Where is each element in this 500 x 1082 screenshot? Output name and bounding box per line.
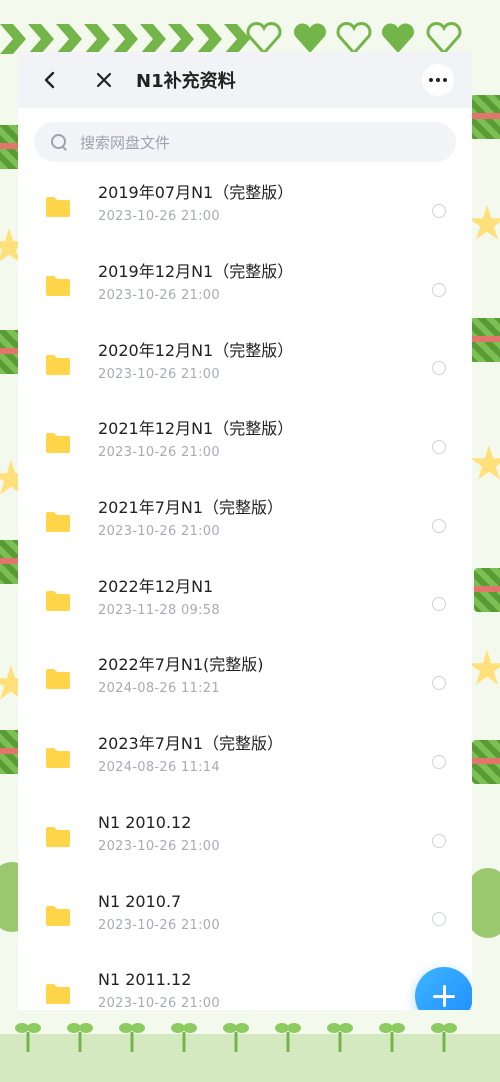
search-placeholder: 搜索网盘文件 xyxy=(80,133,171,152)
pea-character-decoration xyxy=(468,868,500,938)
file-name: 2019年12月N1（完整版） xyxy=(98,262,294,282)
file-name: 2021年12月N1（完整版） xyxy=(98,419,294,439)
select-radio[interactable] xyxy=(432,518,446,533)
chevron-border-decoration xyxy=(0,24,250,54)
list-item[interactable]: N1 2011.12 2023-10-26 21:00 xyxy=(18,951,472,1010)
file-name: 2019年07月N1（完整版） xyxy=(98,183,294,203)
folder-icon xyxy=(45,590,71,612)
select-radio[interactable] xyxy=(432,676,446,691)
star-decoration xyxy=(468,650,500,685)
select-radio[interactable] xyxy=(432,361,446,376)
file-list: 2019年07月N1（完整版） 2023-10-26 21:00 2019年12月N… xyxy=(18,164,472,1010)
sprout-border-decoration xyxy=(0,1004,500,1082)
top-bar: N1补充资料 xyxy=(18,52,472,108)
list-item[interactable]: 2021年7月N1（完整版） 2023-10-26 21:00 xyxy=(18,479,472,558)
file-name: 2022年7月N1(完整版) xyxy=(98,655,264,675)
chevron-left-icon xyxy=(44,71,55,89)
search-input[interactable]: 搜索网盘文件 xyxy=(34,122,456,162)
file-date: 2023-10-26 21:00 xyxy=(98,838,220,854)
star-decoration xyxy=(468,205,500,240)
file-date: 2023-10-26 21:00 xyxy=(98,288,220,304)
close-button[interactable] xyxy=(84,60,124,100)
file-name: N1 2010.12 xyxy=(98,812,192,832)
file-name: N1 2010.7 xyxy=(98,891,182,911)
more-horizontal-icon xyxy=(429,78,433,82)
select-radio[interactable] xyxy=(432,754,446,769)
file-name: 2022年12月N1 xyxy=(98,576,214,596)
folder-icon xyxy=(45,905,71,927)
star-decoration xyxy=(470,445,500,480)
file-name: N1 2011.12 xyxy=(98,970,192,990)
folder-icon xyxy=(45,511,71,533)
select-radio[interactable] xyxy=(432,833,446,848)
list-item[interactable]: 2021年12月N1（完整版） 2023-10-26 21:00 xyxy=(18,400,472,479)
list-item[interactable]: 2022年7月N1(完整版) 2024-08-26 11:21 xyxy=(18,636,472,715)
list-item[interactable]: N1 2010.7 2023-10-26 21:00 xyxy=(18,872,472,951)
file-date: 2023-10-26 21:00 xyxy=(98,445,220,461)
folder-icon xyxy=(45,826,71,848)
page-title: N1补充资料 xyxy=(136,71,236,92)
folder-icon xyxy=(45,668,71,690)
folder-icon xyxy=(45,432,71,454)
close-icon xyxy=(96,72,112,88)
folder-icon xyxy=(45,747,71,769)
file-date: 2023-10-26 21:00 xyxy=(98,366,220,382)
list-item[interactable]: 2019年12月N1（完整版） 2023-10-26 21:00 xyxy=(18,243,472,322)
file-date: 2023-10-26 21:00 xyxy=(98,996,220,1010)
list-item[interactable]: 2023年7月N1（完整版） 2024-08-26 11:14 xyxy=(18,715,472,794)
file-date: 2023-11-28 09:58 xyxy=(98,602,220,618)
list-item[interactable]: 2019年07月N1（完整版） 2023-10-26 21:00 xyxy=(18,164,472,243)
select-radio[interactable] xyxy=(432,597,446,612)
select-radio[interactable] xyxy=(432,912,446,927)
file-date: 2024-08-26 11:21 xyxy=(98,681,220,697)
select-radio[interactable] xyxy=(432,204,446,218)
file-date: 2023-10-26 21:00 xyxy=(98,917,220,933)
back-button[interactable] xyxy=(30,60,70,100)
select-radio[interactable] xyxy=(432,440,446,455)
file-name: 2021年7月N1（完整版） xyxy=(98,498,284,518)
file-name: 2023年7月N1（完整版） xyxy=(98,734,284,754)
gift-decoration xyxy=(472,740,500,784)
gift-decoration xyxy=(470,95,500,139)
file-date: 2023-10-26 21:00 xyxy=(98,524,220,540)
select-radio[interactable] xyxy=(432,282,446,297)
list-item[interactable]: 2020年12月N1（完整版） 2023-10-26 21:00 xyxy=(18,321,472,400)
list-item[interactable]: N1 2010.12 2023-10-26 21:00 xyxy=(18,794,472,873)
file-date: 2023-10-26 21:00 xyxy=(98,209,220,225)
file-browser-panel: N1补充资料 搜索网盘文件 2019年07月N1（完整版） 2023-10-26 … xyxy=(18,52,472,1010)
gift-decoration xyxy=(474,568,500,612)
folder-icon xyxy=(45,354,71,376)
list-item[interactable]: 2022年12月N1 2023-11-28 09:58 xyxy=(18,557,472,636)
search-icon xyxy=(50,133,68,151)
more-options-button[interactable] xyxy=(422,64,454,96)
folder-icon xyxy=(45,983,71,1005)
file-name: 2020年12月N1（完整版） xyxy=(98,340,294,360)
file-date: 2024-08-26 11:14 xyxy=(98,760,220,776)
gift-decoration xyxy=(470,318,500,362)
folder-icon xyxy=(45,196,71,218)
folder-icon xyxy=(45,275,71,297)
